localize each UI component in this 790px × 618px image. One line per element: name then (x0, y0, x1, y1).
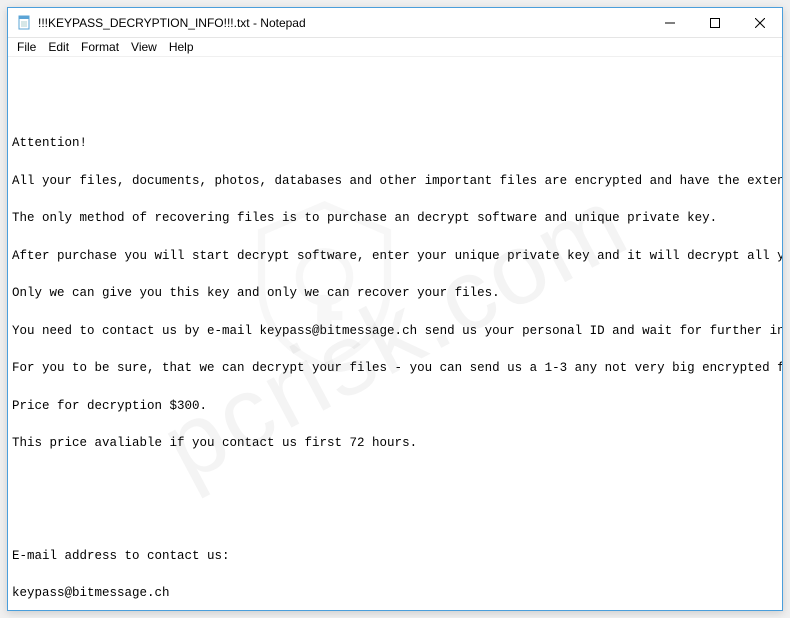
text-line: The only method of recovering files is t… (12, 209, 778, 228)
notepad-icon (16, 15, 32, 31)
menu-edit[interactable]: Edit (43, 39, 74, 55)
text-line (12, 603, 778, 610)
maximize-button[interactable] (692, 8, 737, 37)
window-title: !!!KEYPASS_DECRYPTION_INFO!!!.txt - Note… (38, 16, 306, 30)
text-line (12, 415, 778, 434)
text-line: Price for decryption $300. (12, 397, 778, 416)
text-line: This price avaliable if you contact us f… (12, 434, 778, 453)
text-line: For you to be sure, that we can decrypt … (12, 359, 778, 378)
text-line (12, 228, 778, 247)
text-line (12, 153, 778, 172)
text-line: All your files, documents, photos, datab… (12, 172, 778, 191)
text-line (12, 509, 778, 528)
text-line (12, 378, 778, 397)
minimize-button[interactable] (647, 8, 692, 37)
text-line (12, 190, 778, 209)
text-line: keypass@bitmessage.ch (12, 584, 778, 603)
text-line (12, 565, 778, 584)
menu-help[interactable]: Help (164, 39, 199, 55)
text-line (12, 265, 778, 284)
text-line: After purchase you will start decrypt so… (12, 247, 778, 266)
close-button[interactable] (737, 8, 782, 37)
text-line (12, 472, 778, 491)
notepad-window: !!!KEYPASS_DECRYPTION_INFO!!!.txt - Note… (7, 7, 783, 611)
text-line (12, 340, 778, 359)
text-line: You need to contact us by e-mail keypass… (12, 322, 778, 341)
text-line (12, 490, 778, 509)
menubar: File Edit Format View Help (8, 38, 782, 57)
text-line: Attention! (12, 134, 778, 153)
text-line (12, 453, 778, 472)
text-line: Only we can give you this key and only w… (12, 284, 778, 303)
menu-view[interactable]: View (126, 39, 162, 55)
text-content-area[interactable]: pcrisk.com Attention! All your files, do… (8, 57, 782, 610)
window-controls (647, 8, 782, 37)
title-left: !!!KEYPASS_DECRYPTION_INFO!!!.txt - Note… (8, 15, 647, 31)
text-line (12, 528, 778, 547)
menu-format[interactable]: Format (76, 39, 124, 55)
text-line: E-mail address to contact us: (12, 547, 778, 566)
titlebar: !!!KEYPASS_DECRYPTION_INFO!!!.txt - Note… (8, 8, 782, 38)
text-line (12, 303, 778, 322)
menu-file[interactable]: File (12, 39, 41, 55)
